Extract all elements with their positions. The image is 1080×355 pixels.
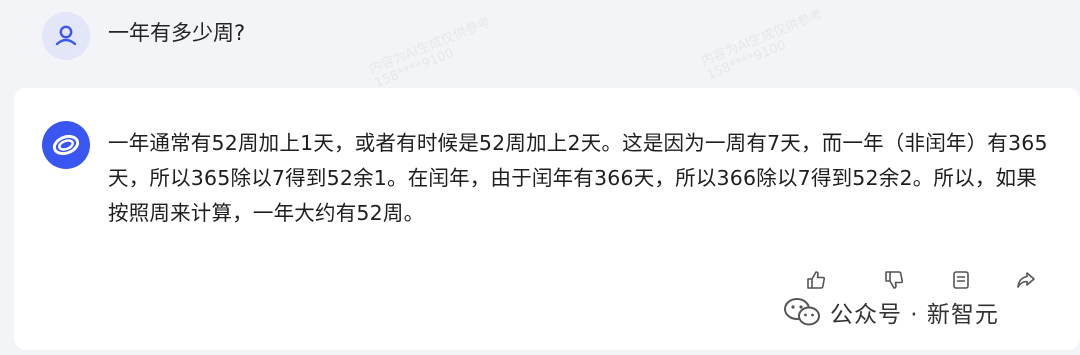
user-message: 一年有多少周? <box>0 0 1080 80</box>
assistant-answer-text: 一年通常有52周加上1天，或者有时候是52周加上2天。这是因为一周有7天，而一年… <box>108 131 1048 225</box>
copy-button[interactable] <box>947 266 975 294</box>
brand-watermark: 公众号 · 新智元 <box>782 292 999 332</box>
assistant-logo-icon <box>52 134 80 156</box>
copy-icon <box>953 271 969 289</box>
assistant-avatar <box>42 121 90 169</box>
thumbs-up-icon <box>807 271 826 289</box>
share-icon <box>1017 272 1035 288</box>
user-avatar <box>42 12 90 60</box>
dislike-button[interactable] <box>880 266 908 294</box>
share-button[interactable] <box>1012 266 1040 294</box>
user-icon <box>55 25 77 46</box>
thumbs-down-icon <box>885 271 904 289</box>
wechat-icon <box>784 298 820 326</box>
brand-label: 公众号 · 新智元 <box>830 302 999 328</box>
user-question-text: 一年有多少周? <box>108 21 246 45</box>
like-button[interactable] <box>802 266 830 294</box>
